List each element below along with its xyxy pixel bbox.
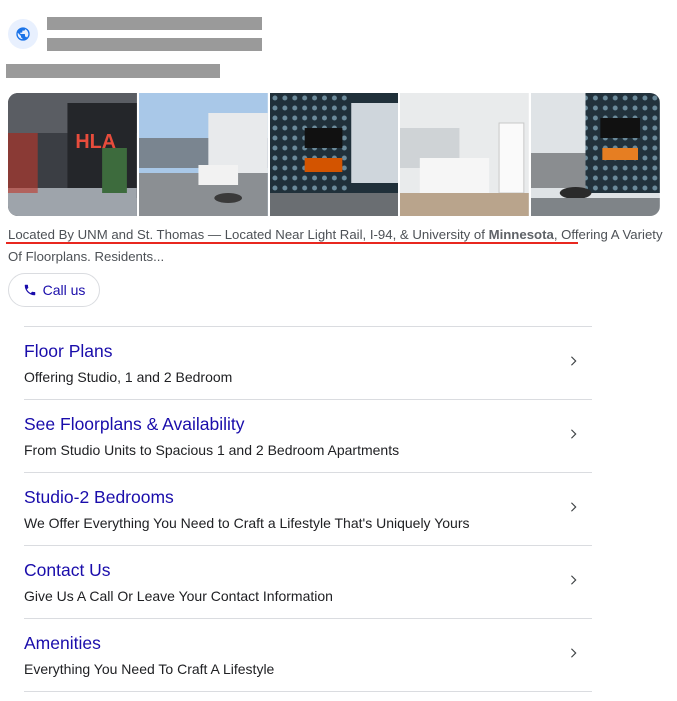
sitelink-title[interactable]: See Floorplans & Availability xyxy=(24,414,245,435)
snippet-text-part1: Located By UNM and St. Thomas — Located … xyxy=(8,227,489,242)
sitelink-title[interactable]: Contact Us xyxy=(24,560,111,581)
globe-icon xyxy=(8,19,38,49)
call-us-label: Call us xyxy=(42,282,86,298)
chevron-right-icon[interactable] xyxy=(566,427,580,441)
gallery-photo-lounge[interactable] xyxy=(531,93,660,216)
sitelink-title[interactable]: Floor Plans xyxy=(24,341,113,362)
sitelink-description: Offering Studio, 1 and 2 Bedroom xyxy=(24,369,233,385)
phone-icon xyxy=(24,284,35,296)
redacted-site-name xyxy=(47,17,262,30)
redacted-url xyxy=(47,38,262,51)
sitelink-amenities[interactable]: Amenities Everything You Need To Craft A… xyxy=(24,618,592,692)
sitelink-floor-plans[interactable]: Floor Plans Offering Studio, 1 and 2 Bed… xyxy=(24,326,592,399)
sitelink-title[interactable]: Studio-2 Bedrooms xyxy=(24,487,174,508)
sitelink-description: From Studio Units to Spacious 1 and 2 Be… xyxy=(24,442,400,458)
chevron-right-icon[interactable] xyxy=(566,500,580,514)
gallery-logo-text: HLA xyxy=(75,131,116,153)
result-snippet: Located By UNM and St. Thomas — Located … xyxy=(8,224,668,268)
sitelink-description: We Offer Everything You Need to Craft a … xyxy=(24,515,470,531)
snippet-highlight: Minnesota xyxy=(488,227,554,242)
sitelink-description: Give Us A Call Or Leave Your Contact Inf… xyxy=(24,588,333,604)
sitelinks-list: Floor Plans Offering Studio, 1 and 2 Bed… xyxy=(24,326,592,692)
gallery-photo-fireplace[interactable] xyxy=(269,93,399,216)
image-gallery[interactable]: HLA xyxy=(8,93,660,216)
redacted-result-title[interactable] xyxy=(6,64,220,78)
chevron-right-icon[interactable] xyxy=(566,573,580,587)
sitelink-studio-2-bedrooms[interactable]: Studio-2 Bedrooms We Offer Everything Yo… xyxy=(24,472,592,545)
chevron-right-icon[interactable] xyxy=(566,646,580,660)
gallery-photo-kitchen[interactable] xyxy=(400,93,530,216)
sitelink-see-floorplans[interactable]: See Floorplans & Availability From Studi… xyxy=(24,399,592,472)
gallery-photo-rooftop[interactable] xyxy=(138,93,268,216)
call-us-button[interactable]: Call us xyxy=(8,273,100,307)
red-annotation-underline xyxy=(6,242,578,244)
sitelink-contact-us[interactable]: Contact Us Give Us A Call Or Leave Your … xyxy=(24,545,592,618)
chevron-right-icon[interactable] xyxy=(566,354,580,368)
gallery-photo-lobby[interactable]: HLA xyxy=(8,93,137,216)
sitelink-description: Everything You Need To Craft A Lifestyle xyxy=(24,661,275,677)
sitelink-title[interactable]: Amenities xyxy=(24,633,101,654)
